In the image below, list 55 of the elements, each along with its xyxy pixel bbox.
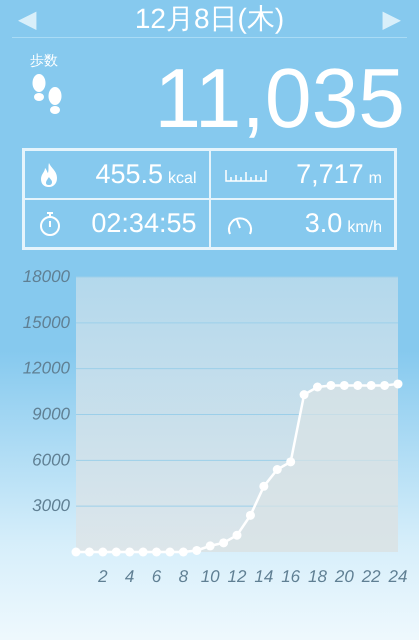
data-point <box>246 510 255 520</box>
y-tick-label: 18000 <box>22 267 70 286</box>
data-point <box>125 548 134 556</box>
data-point <box>313 382 322 392</box>
stat-value: 7,717 m <box>296 159 382 190</box>
step-count: 11,035 <box>154 56 405 140</box>
y-tick-label: 9000 <box>32 404 70 424</box>
y-tick-label: 6000 <box>32 450 70 470</box>
stat-value: 3.0 km/h <box>304 208 382 239</box>
previous-day-button[interactable]: ◀ <box>12 4 42 32</box>
data-point <box>300 390 309 400</box>
x-tick-label: 24 <box>388 567 408 586</box>
x-tick-label: 14 <box>254 567 274 586</box>
x-tick-label: 16 <box>281 567 300 586</box>
data-point <box>286 457 296 466</box>
x-tick-label: 12 <box>228 567 246 586</box>
data-point <box>178 548 188 556</box>
x-tick-label: 6 <box>152 567 162 586</box>
x-tick-label: 18 <box>308 567 327 586</box>
data-point <box>394 379 402 388</box>
x-tick-label: 4 <box>124 567 134 586</box>
steps-label: 歩数 <box>30 52 59 70</box>
ruler-icon <box>224 168 266 182</box>
data-point <box>98 548 108 556</box>
y-tick-label: 12000 <box>22 358 70 378</box>
x-tick-label: 22 <box>362 567 381 586</box>
data-point <box>326 380 336 390</box>
data-point <box>232 530 242 540</box>
data-point <box>340 380 349 390</box>
x-tick-label: 10 <box>200 567 220 586</box>
data-point <box>112 548 121 556</box>
y-tick-label: 3000 <box>32 496 70 516</box>
data-point <box>72 548 80 556</box>
data-point <box>152 548 161 556</box>
data-point <box>366 380 376 390</box>
data-point <box>353 380 362 390</box>
stat-value: 02:34:55 <box>91 208 196 239</box>
y-tick-label: 15000 <box>22 312 70 332</box>
next-day-button[interactable]: ▶ <box>376 4 407 32</box>
x-tick-label: 8 <box>178 567 188 586</box>
data-point <box>206 541 215 550</box>
data-point <box>84 548 94 556</box>
data-point <box>192 546 202 555</box>
date-title: 12月8日(木) <box>134 2 284 36</box>
stat-value: 455.5 kcal <box>95 159 196 190</box>
stopwatch-icon <box>39 210 61 236</box>
x-tick-label: 2 <box>98 567 108 586</box>
data-point <box>219 538 228 548</box>
data-point <box>138 548 148 556</box>
data-point <box>380 380 390 390</box>
data-point <box>165 548 174 556</box>
data-point <box>272 465 282 474</box>
flame-icon <box>39 162 59 188</box>
data-point <box>259 482 268 491</box>
x-tick-label: 20 <box>334 567 354 586</box>
